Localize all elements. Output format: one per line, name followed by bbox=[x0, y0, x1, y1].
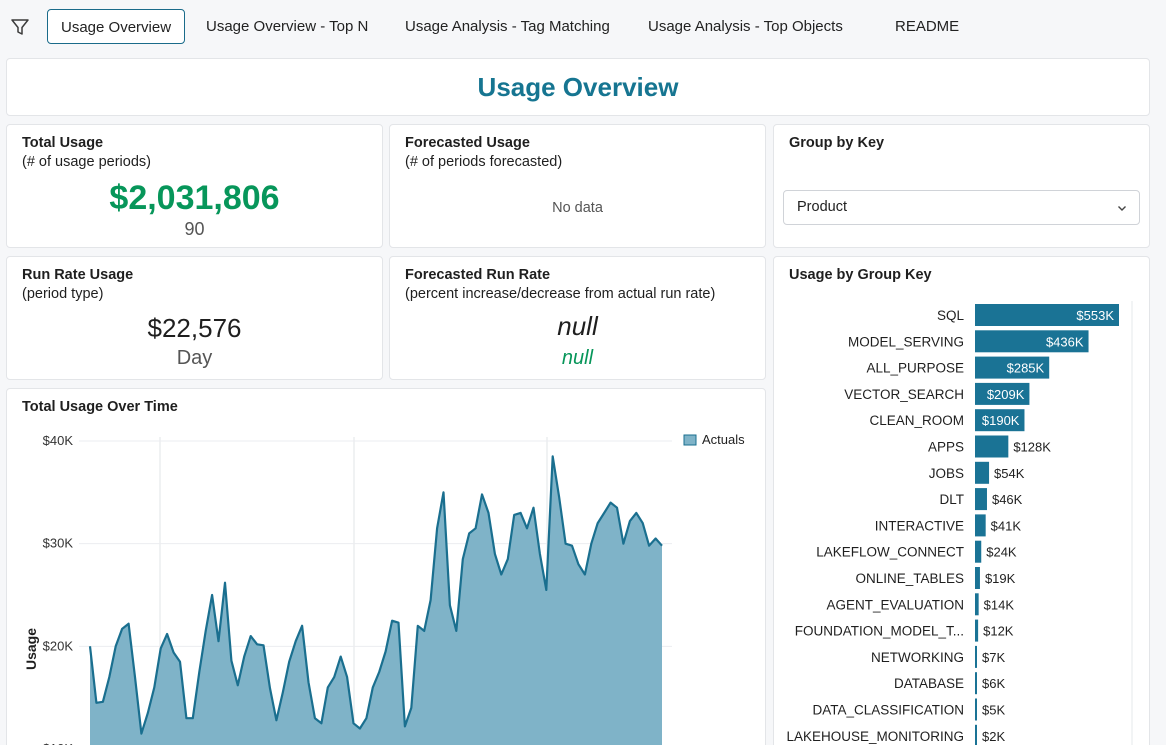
forecasted-usage-card: Forecasted Usage (# of periods forecaste… bbox=[389, 124, 766, 248]
bar[interactable] bbox=[975, 593, 979, 616]
category-label: ONLINE_TABLES bbox=[855, 571, 964, 586]
group-by-card: Group by Key Product bbox=[773, 124, 1150, 248]
bar-value-label: $12K bbox=[983, 624, 1014, 639]
bar-value-label: $436K bbox=[1046, 334, 1084, 349]
run-rate-value: $22,576 bbox=[147, 313, 242, 343]
category-label: SQL bbox=[937, 308, 965, 323]
category-label: DATABASE bbox=[894, 676, 964, 691]
group-by-title: Group by Key bbox=[789, 135, 885, 151]
category-label: AGENT_EVALUATION bbox=[826, 597, 964, 612]
chevron-down-icon bbox=[1118, 206, 1126, 211]
bar[interactable] bbox=[975, 698, 977, 721]
tab-readme[interactable]: README bbox=[882, 9, 972, 44]
bar-value-label: $2K bbox=[982, 729, 1005, 744]
bar[interactable] bbox=[975, 435, 1009, 458]
total-usage-card: Total Usage (# of usage periods) $2,031,… bbox=[6, 124, 383, 248]
category-label: FOUNDATION_MODEL_T... bbox=[795, 624, 964, 639]
bar-value-label: $14K bbox=[984, 597, 1015, 612]
usage-by-group-card: Usage by Group Key SQL $553K MODEL_SERVING… bbox=[773, 256, 1150, 745]
bar-value-label: $553K bbox=[1076, 308, 1114, 323]
category-label: DLT bbox=[939, 492, 964, 507]
page-title: Usage Overview bbox=[477, 72, 679, 102]
tab-usage-analysis-top-objects[interactable]: Usage Analysis - Top Objects bbox=[635, 9, 856, 44]
bar[interactable] bbox=[975, 645, 977, 668]
forecasted-run-rate-value: null bbox=[557, 311, 598, 341]
forecasted-usage-subtitle: (# of periods forecasted) bbox=[405, 154, 563, 170]
bar-value-label: $7K bbox=[982, 650, 1005, 665]
forecasted-run-rate-delta: null bbox=[561, 347, 594, 369]
run-rate-period: Day bbox=[176, 347, 213, 369]
forecasted-run-rate-card: Forecasted Run Rate (percent increase/de… bbox=[389, 256, 766, 380]
tab-usage-overview-top-n[interactable]: Usage Overview - Top N bbox=[193, 9, 381, 44]
category-label: NETWORKING bbox=[871, 650, 964, 665]
y-axis-label: Usage bbox=[23, 628, 39, 670]
category-label: APPS bbox=[928, 440, 964, 455]
bar-value-label: $285K bbox=[1007, 361, 1045, 376]
group-by-selected-value: Product bbox=[797, 199, 847, 215]
y-tick-label: $10K bbox=[43, 741, 74, 745]
usage-by-group-chart: SQL $553K MODEL_SERVING $436K ALL_PURPOSE $28… bbox=[786, 301, 1133, 745]
bar-value-label: $54K bbox=[994, 466, 1025, 481]
usage-over-time-card: Total Usage Over Time $40K$30K$20K$10KUs… bbox=[6, 388, 766, 745]
category-label: LAKEFLOW_CONNECT bbox=[816, 545, 964, 560]
y-tick-label: $40K bbox=[43, 433, 74, 448]
page-title-card: Usage Overview bbox=[6, 58, 1150, 116]
forecasted-usage-title: Forecasted Usage bbox=[405, 135, 530, 151]
bar-value-label: $6K bbox=[982, 676, 1005, 691]
top-tab-bar: Usage Overview Usage Overview - Top N Us… bbox=[0, 0, 1166, 54]
total-usage-title: Total Usage bbox=[22, 135, 104, 151]
category-label: DATA_CLASSIFICATION bbox=[812, 703, 964, 718]
total-usage-count: 90 bbox=[184, 219, 205, 239]
bar[interactable] bbox=[975, 514, 986, 537]
y-tick-label: $30K bbox=[43, 536, 74, 551]
tab-usage-analysis-tag-matching[interactable]: Usage Analysis - Tag Matching bbox=[392, 9, 623, 44]
legend-swatch-actuals bbox=[683, 434, 697, 446]
filter-icon[interactable] bbox=[10, 17, 30, 37]
category-label: CLEAN_ROOM bbox=[869, 413, 964, 428]
bar-value-label: $5K bbox=[982, 703, 1005, 718]
category-label: LAKEHOUSE_MONITORING bbox=[786, 729, 964, 744]
bar-value-label: $190K bbox=[982, 413, 1020, 428]
bar[interactable] bbox=[975, 461, 990, 484]
category-label: INTERACTIVE bbox=[875, 518, 964, 533]
run-rate-subtitle: (period type) bbox=[22, 286, 104, 302]
bar-value-label: $41K bbox=[991, 518, 1022, 533]
legend-label-actuals: Actuals bbox=[702, 432, 745, 447]
run-rate-card: Run Rate Usage (period type) $22,576 Day bbox=[6, 256, 383, 380]
actuals-area bbox=[90, 456, 662, 745]
forecasted-run-rate-title: Forecasted Run Rate bbox=[405, 267, 551, 283]
group-by-select[interactable]: Product bbox=[783, 190, 1140, 225]
run-rate-title: Run Rate Usage bbox=[22, 267, 134, 283]
total-usage-value: $2,031,806 bbox=[109, 179, 280, 217]
bar-value-label: $209K bbox=[987, 387, 1025, 402]
bar-value-label: $24K bbox=[986, 545, 1017, 560]
category-label: MODEL_SERVING bbox=[848, 334, 964, 349]
bar[interactable] bbox=[975, 672, 977, 695]
category-label: JOBS bbox=[929, 466, 964, 481]
bar[interactable] bbox=[975, 724, 977, 745]
category-label: ALL_PURPOSE bbox=[866, 361, 964, 376]
forecasted-run-rate-subtitle: (percent increase/decrease from actual r… bbox=[405, 286, 716, 302]
bar-value-label: $19K bbox=[985, 571, 1016, 586]
bar[interactable] bbox=[975, 567, 980, 589]
bar[interactable] bbox=[975, 619, 979, 642]
usage-over-time-chart: $40K $30K $20K $10K Usage Actuals bbox=[23, 432, 745, 745]
tab-usage-overview[interactable]: Usage Overview bbox=[47, 9, 186, 44]
bar-value-label: $46K bbox=[992, 492, 1023, 507]
total-usage-subtitle: (# of usage periods) bbox=[22, 154, 151, 170]
y-tick-label: $20K bbox=[43, 638, 74, 653]
forecasted-usage-empty: No data bbox=[552, 200, 603, 216]
bar-value-label: $128K bbox=[1013, 440, 1051, 455]
bar[interactable] bbox=[975, 488, 987, 511]
bar[interactable] bbox=[975, 540, 982, 563]
category-label: VECTOR_SEARCH bbox=[844, 387, 964, 402]
